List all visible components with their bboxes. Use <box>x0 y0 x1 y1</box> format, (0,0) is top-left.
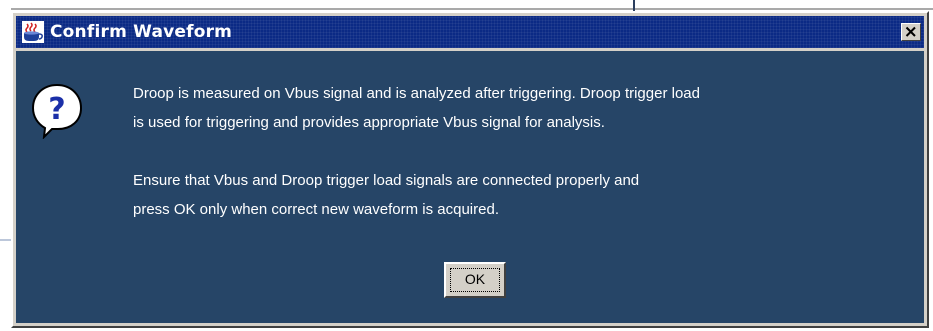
background-divider-tick-left <box>0 239 11 241</box>
dialog-message: Droop is measured on Vbus signal and is … <box>133 79 913 224</box>
java-coffee-cup-icon <box>22 21 44 43</box>
message-line: Droop is measured on Vbus signal and is … <box>133 85 700 102</box>
message-line: is used for triggering and provides appr… <box>133 114 605 131</box>
message-line: Ensure that Vbus and Droop trigger load … <box>133 172 640 189</box>
background-divider-tick <box>633 0 635 11</box>
dialog-title: Confirm Waveform <box>50 22 233 42</box>
confirm-waveform-dialog: Confirm Waveform ? Droop is measured on … <box>11 11 929 328</box>
dialog-titlebar[interactable]: Confirm Waveform <box>16 16 924 48</box>
close-button[interactable] <box>901 23 921 41</box>
background-divider <box>11 8 933 10</box>
svg-text:?: ? <box>48 92 65 127</box>
ok-button[interactable]: OK <box>444 262 506 298</box>
ok-button-label: OK <box>464 271 486 287</box>
dialog-content: ? Droop is measured on Vbus signal and i… <box>16 51 924 323</box>
message-line: press OK only when correct new waveform … <box>133 201 499 218</box>
question-icon: ? <box>30 83 84 140</box>
